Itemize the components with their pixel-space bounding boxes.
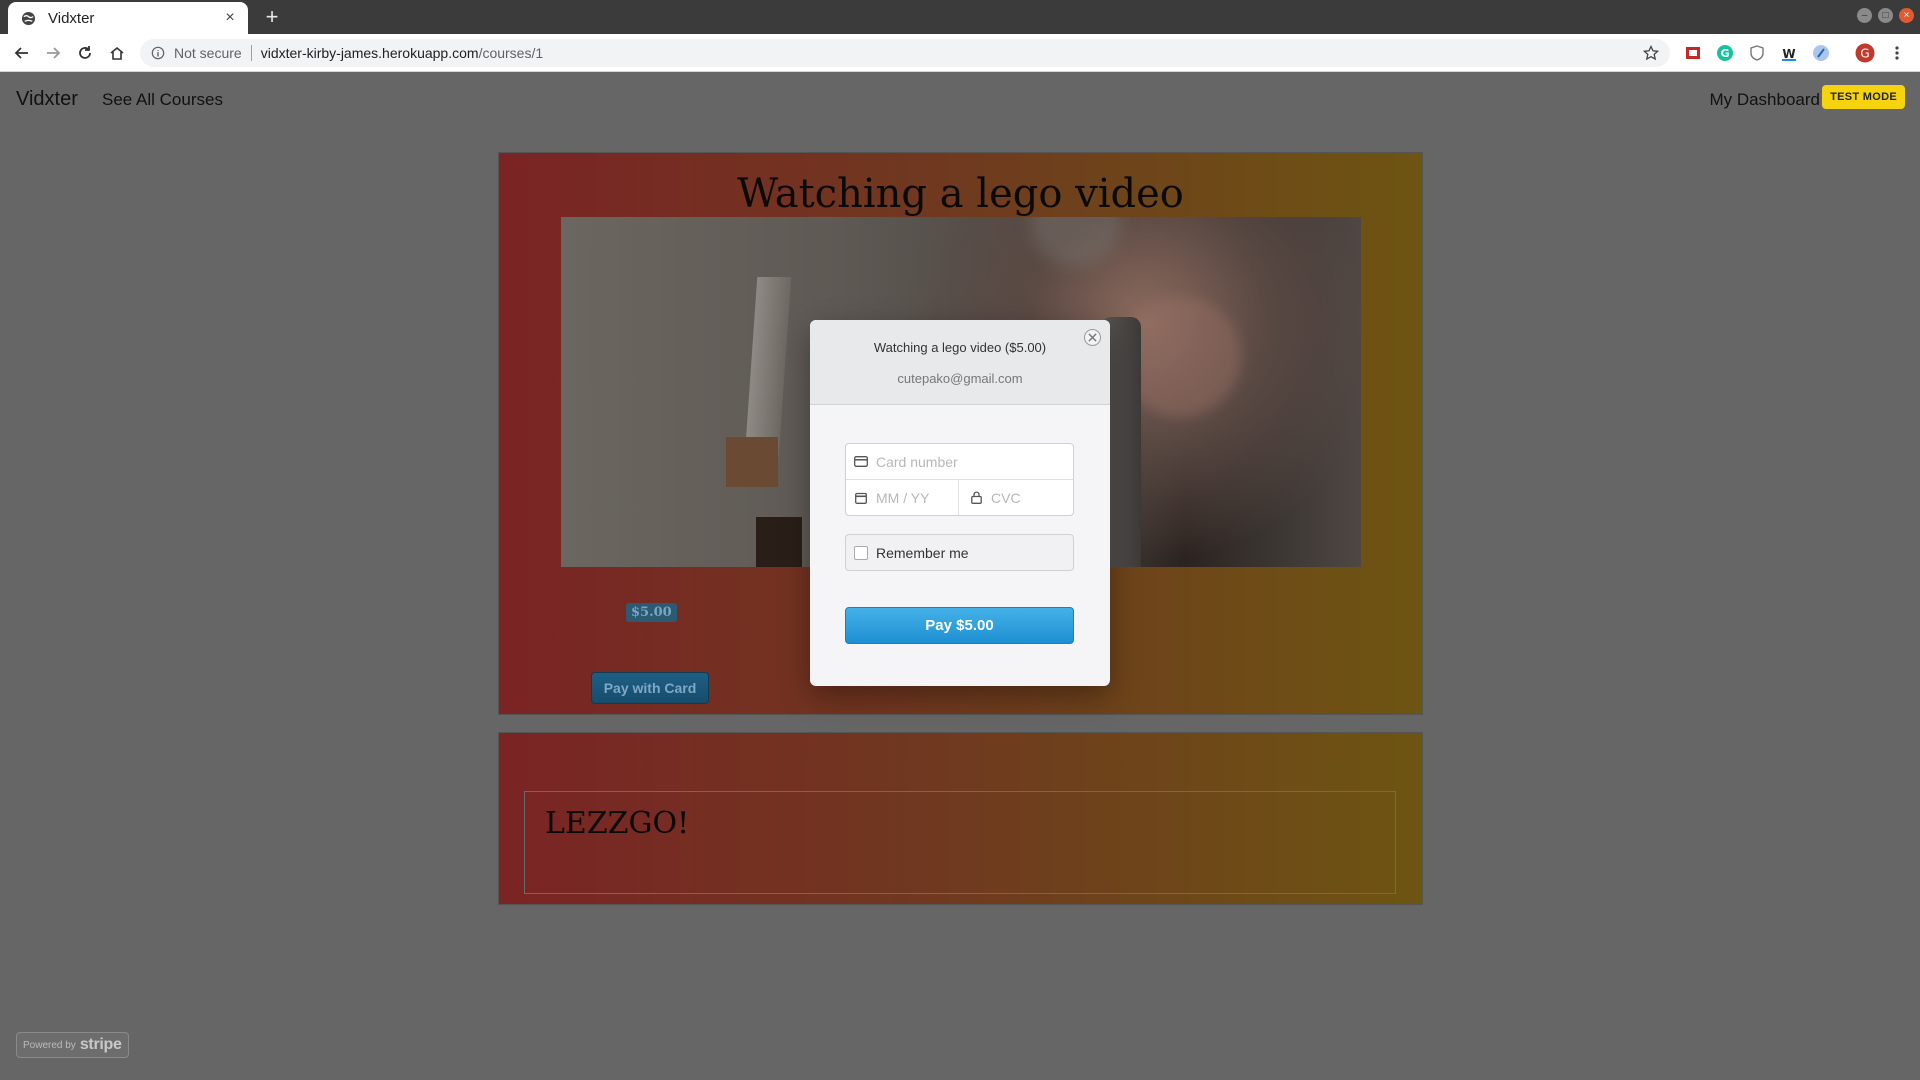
expiry-placeholder: MM / YY xyxy=(876,489,930,506)
extension-w-icon[interactable]: W xyxy=(1779,43,1799,63)
site-navbar: Vidxter See All Courses My Dashboard TES… xyxy=(0,72,1920,127)
card-details-group: Card number MM / YY CVC xyxy=(845,443,1074,516)
browser-tab-bar: Vidxter × + – □ × xyxy=(0,0,1920,34)
pay-button[interactable]: Pay $5.00 xyxy=(845,607,1074,644)
shield-icon[interactable] xyxy=(1747,43,1767,63)
card-number-placeholder: Card number xyxy=(876,453,958,470)
expiry-input[interactable]: MM / YY xyxy=(846,480,959,515)
lock-icon xyxy=(969,491,983,505)
svg-text:G: G xyxy=(1860,47,1869,61)
url-path: /courses/1 xyxy=(478,45,544,61)
remember-me-label: Remember me xyxy=(876,544,969,561)
cvc-placeholder: CVC xyxy=(991,489,1021,506)
reload-icon[interactable] xyxy=(73,41,97,65)
kebab-menu-icon[interactable] xyxy=(1887,43,1907,63)
pay-with-card-button[interactable]: Pay with Card xyxy=(591,672,709,704)
info-icon[interactable] xyxy=(150,45,166,61)
close-icon[interactable] xyxy=(1084,329,1101,346)
comment-card: LEZZGO! xyxy=(498,732,1423,905)
window-close-icon[interactable]: × xyxy=(1899,8,1914,23)
video-lego-piece xyxy=(726,437,778,487)
remember-me-checkbox[interactable] xyxy=(854,545,868,560)
cvc-input[interactable]: CVC xyxy=(959,480,1073,515)
window-controls: – □ × xyxy=(1857,8,1914,23)
stripe-logo: stripe xyxy=(79,1036,122,1053)
minimize-icon[interactable]: – xyxy=(1857,8,1872,23)
stripe-checkout-modal: Watching a lego video ($5.00) cutepako@g… xyxy=(810,320,1110,686)
new-tab-button[interactable]: + xyxy=(259,3,285,31)
extension-red-icon[interactable] xyxy=(1683,43,1703,63)
video-lego-piece xyxy=(756,517,802,567)
calendar-icon xyxy=(854,491,868,505)
course-title: Watching a lego video xyxy=(737,171,1184,217)
arrow-right-icon[interactable] xyxy=(41,41,65,65)
see-all-courses-link[interactable]: See All Courses xyxy=(102,90,223,110)
course-price-badge: $5.00 xyxy=(626,603,677,622)
powered-by-label: Powered by xyxy=(23,1039,76,1051)
arrow-left-icon[interactable] xyxy=(10,41,34,65)
profile-avatar[interactable]: G xyxy=(1855,43,1875,63)
video-lego-piece xyxy=(744,277,792,457)
remember-me-row[interactable]: Remember me xyxy=(845,534,1074,571)
test-mode-badge: TEST MODE xyxy=(1822,85,1905,109)
brand-link[interactable]: Vidxter xyxy=(16,88,78,111)
my-dashboard-link[interactable]: My Dashboard xyxy=(1709,90,1820,110)
checkout-title: Watching a lego video ($5.00) xyxy=(873,340,1047,355)
grammarly-icon[interactable]: G xyxy=(1715,43,1735,63)
card-number-input[interactable]: Card number xyxy=(846,444,1073,480)
video-bokeh xyxy=(1031,217,1121,267)
browser-tab[interactable]: Vidxter × xyxy=(8,2,248,34)
tab-title: Vidxter xyxy=(48,9,95,27)
browser-toolbar: Not secure vidxter-kirby-james.herokuapp… xyxy=(0,34,1920,72)
powered-by-stripe-badge[interactable]: Powered by stripe xyxy=(16,1032,129,1058)
address-bar[interactable]: Not secure vidxter-kirby-james.herokuapp… xyxy=(140,39,1670,67)
home-icon[interactable] xyxy=(105,41,129,65)
tab-close-icon[interactable]: × xyxy=(222,9,238,27)
globe-icon xyxy=(20,10,36,26)
checkout-header: Watching a lego video ($5.00) cutepako@g… xyxy=(810,320,1110,405)
maximize-icon[interactable]: □ xyxy=(1878,8,1893,23)
comment-box: LEZZGO! xyxy=(524,791,1396,894)
checkout-email: cutepako@gmail.com xyxy=(897,371,1023,386)
svg-text:W: W xyxy=(1782,47,1795,61)
star-icon[interactable] xyxy=(1642,44,1660,62)
extension-blue-icon[interactable] xyxy=(1811,43,1831,63)
security-label: Not secure xyxy=(174,45,242,61)
svg-text:G: G xyxy=(1720,47,1729,60)
comment-text: LEZZGO! xyxy=(545,806,690,841)
url-host: vidxter-kirby-james.herokuapp.com xyxy=(260,45,479,61)
omnibox-divider xyxy=(250,45,252,61)
credit-card-icon xyxy=(854,455,868,469)
